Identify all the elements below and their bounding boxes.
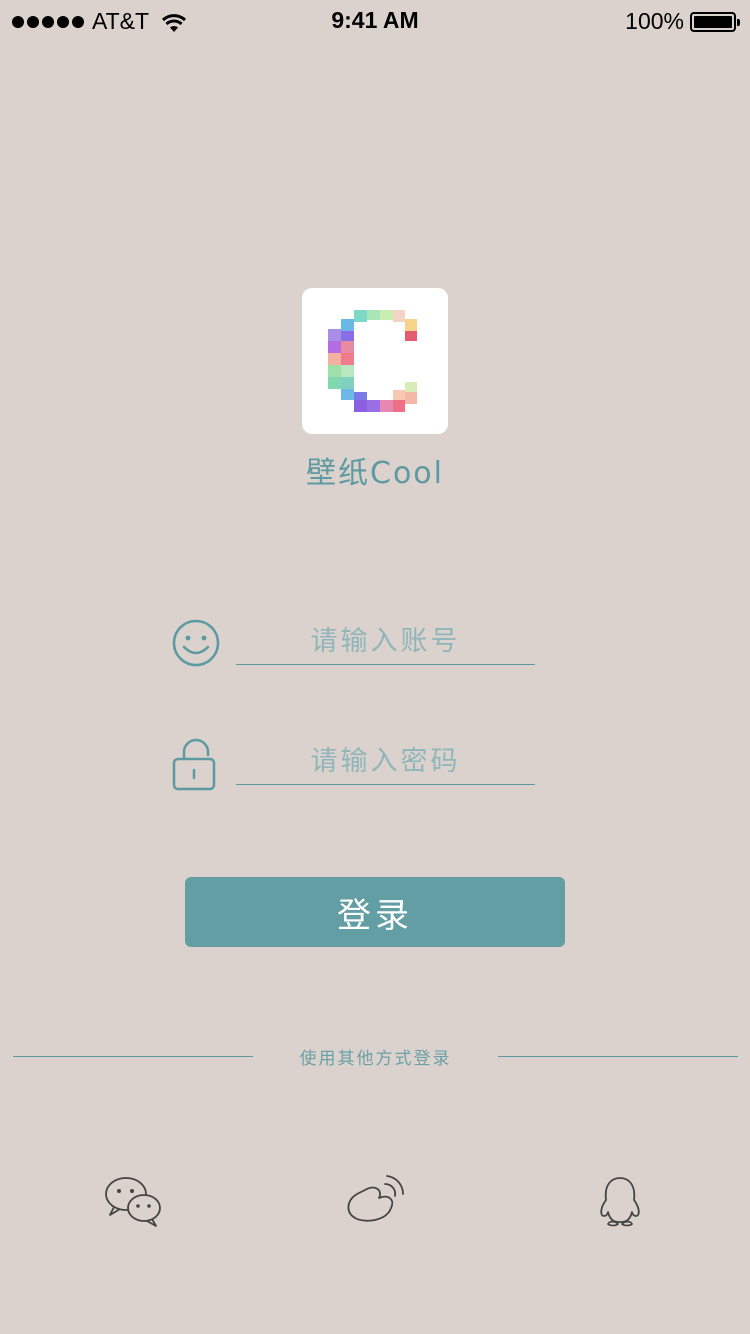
qq-login-button[interactable]	[588, 1170, 652, 1234]
login-button[interactable]: 登录	[185, 877, 565, 947]
wechat-login-button[interactable]	[102, 1170, 166, 1234]
login-screen: AT&T 9:41 AM 100% 壁纸Cool 请输入账号 登录 使用其他方式…	[0, 0, 750, 1334]
battery-icon	[690, 11, 740, 32]
status-right: 100%	[625, 8, 740, 35]
smiley-icon	[172, 619, 220, 667]
password-field	[170, 735, 540, 795]
unlock-icon	[172, 738, 216, 791]
qq-icon	[600, 1177, 640, 1227]
account-input[interactable]	[236, 619, 535, 665]
account-field	[170, 615, 540, 675]
divider-right	[498, 1056, 738, 1057]
battery-percentage: 100%	[625, 8, 684, 34]
app-name: 壁纸Cool	[306, 456, 444, 491]
pixel-c-logo-icon	[328, 310, 417, 412]
app-logo	[302, 288, 448, 434]
other-login-label: 使用其他方式登录	[299, 1049, 452, 1069]
wechat-icon	[105, 1177, 161, 1227]
password-input[interactable]	[236, 739, 535, 785]
weibo-icon	[347, 1175, 404, 1222]
divider-left	[13, 1056, 253, 1057]
weibo-login-button[interactable]	[343, 1170, 407, 1234]
status-bar: AT&T 9:41 AM 100%	[0, 0, 750, 40]
